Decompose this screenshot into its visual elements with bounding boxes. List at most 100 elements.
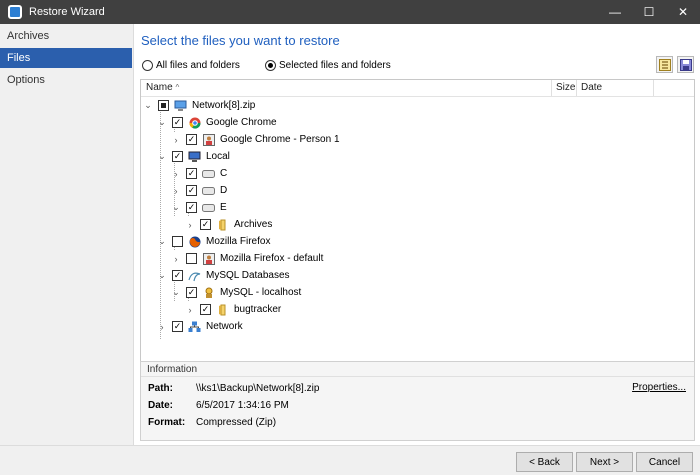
firefox-icon: [188, 235, 201, 248]
tree-view-icon: [658, 58, 671, 71]
tree-item-label: Archives: [234, 219, 273, 230]
tree-row-drive-c[interactable]: › ✓ C: [171, 165, 227, 182]
tree-checkbox[interactable]: [158, 100, 169, 111]
tree-item-label: Google Chrome: [206, 117, 277, 128]
tree-row-drive-d[interactable]: › ✓ D: [171, 182, 227, 199]
window-controls: — ☐ ✕: [598, 0, 700, 24]
minimize-button[interactable]: —: [598, 0, 632, 24]
profile-icon: [202, 133, 215, 146]
chevron-right-icon[interactable]: ›: [185, 305, 195, 315]
wizard-footer: < Back Next > Cancel: [0, 445, 700, 475]
tree-checkbox[interactable]: ✓: [186, 134, 197, 145]
next-button[interactable]: Next >: [576, 452, 633, 472]
close-button[interactable]: ✕: [666, 0, 700, 24]
chevron-down-icon[interactable]: ⌄: [157, 270, 167, 281]
chevron-down-icon[interactable]: ⌄: [157, 151, 167, 162]
tree-item-label: MySQL - localhost: [220, 287, 302, 298]
tree-checkbox[interactable]: ✓: [172, 117, 183, 128]
sidebar-item-files[interactable]: Files: [0, 48, 132, 68]
tree-item-label: Mozilla Firefox - default: [220, 253, 324, 264]
tree-row-mysql-databases[interactable]: ⌄ ✓ MySQL Databases: [157, 267, 290, 284]
tree-row-mysql-localhost[interactable]: ⌄ ✓ MySQL - localhost: [171, 284, 301, 301]
column-separator: [653, 80, 654, 96]
chevron-right-icon[interactable]: ›: [157, 322, 167, 332]
chevron-down-icon[interactable]: ⌄: [171, 287, 181, 298]
tree-item-label: D: [220, 185, 228, 196]
chevron-right-icon[interactable]: ›: [171, 254, 181, 264]
database-server-icon: [202, 286, 215, 299]
tree-checkbox[interactable]: ✓: [186, 202, 197, 213]
radio-selected-label: Selected files and folders: [279, 60, 391, 71]
window-title: Restore Wizard: [29, 6, 105, 18]
chevron-right-icon[interactable]: ›: [171, 135, 181, 145]
chevron-down-icon[interactable]: ⌄: [157, 236, 167, 247]
tree-item-label: E: [220, 202, 227, 213]
column-separator: [576, 80, 577, 96]
main-panel: Select the files you want to restore All…: [135, 24, 700, 445]
properties-link[interactable]: Properties...: [632, 382, 686, 393]
tree-checkbox[interactable]: ✓: [200, 304, 211, 315]
date-label: Date:: [148, 400, 174, 411]
sidebar: Archives Files Options: [0, 24, 134, 445]
chevron-right-icon[interactable]: ›: [171, 186, 181, 196]
column-name[interactable]: Name ^: [146, 82, 179, 93]
tree-guide: [160, 106, 161, 339]
view-toggle-button[interactable]: [656, 56, 673, 73]
tree-row-network-zip[interactable]: ⌄ Network[8].zip: [143, 97, 255, 114]
tree-row-mozilla-firefox[interactable]: ⌄ Mozilla Firefox: [157, 233, 270, 250]
app-icon: [8, 5, 22, 19]
tree-item-label: bugtracker: [234, 304, 282, 315]
tree-item-label: Network: [206, 321, 243, 332]
tree-checkbox[interactable]: ✓: [172, 151, 183, 162]
tree-item-label: MySQL Databases: [206, 270, 290, 281]
tree-checkbox[interactable]: [172, 236, 183, 247]
radio-selected-indicator[interactable]: [265, 60, 276, 71]
drive-icon: [202, 201, 215, 214]
back-button[interactable]: < Back: [516, 452, 573, 472]
tree-checkbox[interactable]: [186, 253, 197, 264]
chevron-right-icon[interactable]: ›: [185, 220, 195, 230]
cancel-button[interactable]: Cancel: [636, 452, 693, 472]
tree-checkbox[interactable]: ✓: [172, 270, 183, 281]
tree-item-label: C: [220, 168, 228, 179]
computer-icon: [174, 99, 187, 112]
folder-icon: [216, 218, 229, 231]
path-label: Path:: [148, 383, 173, 394]
chevron-down-icon[interactable]: ⌄: [157, 117, 167, 128]
page-title: Select the files you want to restore: [141, 33, 340, 48]
radio-all-indicator[interactable]: [142, 60, 153, 71]
tree-row-network[interactable]: › ✓ Network: [157, 318, 243, 335]
tree-row-archives-folder[interactable]: › ✓ Archives: [185, 216, 272, 233]
chevron-right-icon[interactable]: ›: [171, 169, 181, 179]
tree-header: Name ^ Size Date: [141, 80, 694, 97]
tree-checkbox[interactable]: ✓: [186, 287, 197, 298]
tree-checkbox[interactable]: ✓: [186, 168, 197, 179]
column-size[interactable]: Size: [556, 82, 575, 93]
tree-row-firefox-default[interactable]: › Mozilla Firefox - default: [171, 250, 323, 267]
title-bar: Restore Wizard — ☐ ✕: [0, 0, 700, 24]
path-value: \\ks1\Backup\Network[8].zip: [196, 383, 320, 394]
tree-checkbox[interactable]: ✓: [186, 185, 197, 196]
tree-checkbox[interactable]: ✓: [200, 219, 211, 230]
radio-all-files[interactable]: All files and folders: [142, 60, 240, 71]
save-icon: [679, 58, 692, 71]
tree-item-label: Network[8].zip: [192, 100, 256, 111]
tree-row-local[interactable]: ⌄ ✓ Local: [157, 148, 230, 165]
information-divider: [141, 376, 694, 377]
tree-row-bugtracker[interactable]: › ✓ bugtracker: [185, 301, 281, 318]
tree-row-google-chrome[interactable]: ⌄ ✓ Google Chrome: [157, 114, 277, 131]
column-date[interactable]: Date: [581, 82, 602, 93]
tree-row-chrome-person[interactable]: › ✓ Google Chrome - Person 1: [171, 131, 340, 148]
tree-item-label: Google Chrome - Person 1: [220, 134, 340, 145]
profile-icon: [202, 252, 215, 265]
chevron-down-icon[interactable]: ⌄: [171, 202, 181, 213]
radio-selected-files[interactable]: Selected files and folders: [265, 60, 391, 71]
sidebar-item-archives[interactable]: Archives: [0, 26, 133, 46]
maximize-button[interactable]: ☐: [632, 0, 666, 24]
chrome-icon: [188, 116, 201, 129]
sidebar-item-options[interactable]: Options: [0, 70, 133, 90]
tree-checkbox[interactable]: ✓: [172, 321, 183, 332]
save-selection-button[interactable]: [677, 56, 694, 73]
chevron-down-icon[interactable]: ⌄: [143, 100, 153, 111]
tree-row-drive-e[interactable]: ⌄ ✓ E: [171, 199, 227, 216]
